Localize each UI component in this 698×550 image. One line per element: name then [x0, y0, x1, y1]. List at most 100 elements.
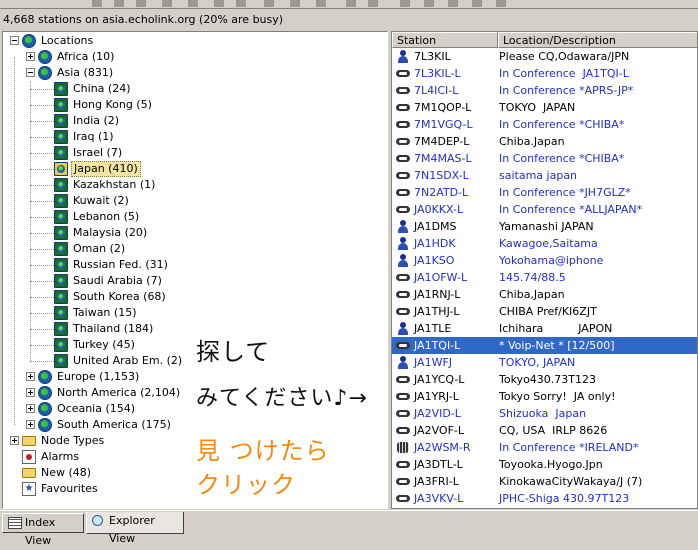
station-row[interactable]: 7L3KIL Please CQ,Odawara/JPN: [392, 48, 697, 65]
station-row[interactable]: 7M1VGQ-L In Conference *CHIBA*: [392, 116, 697, 133]
globe-icon: [54, 114, 68, 128]
station-description: Ichihara JAPON: [499, 322, 613, 335]
tree-item[interactable]: Israel (7): [3, 145, 387, 161]
station-row[interactable]: JA3VKV-L JPHC-Shiga 430.97T123: [392, 490, 697, 507]
station-row[interactable]: JA2VOF-L CQ, USA IRLP 8626: [392, 422, 697, 439]
station-row[interactable]: JA2VID-L Shizuoka Japan: [392, 405, 697, 422]
expand-icon[interactable]: [26, 420, 35, 429]
tree-item[interactable]: Saudi Arabia (7): [3, 273, 387, 289]
station-row[interactable]: JA1TQI-L * Voip-Net * [12/500]: [392, 337, 697, 354]
tree-item[interactable]: Africa (10): [3, 49, 387, 65]
column-header-station[interactable]: Station: [392, 32, 498, 48]
tree-item[interactable]: Locations: [3, 33, 387, 49]
column-header-location[interactable]: Location/Description: [498, 32, 697, 48]
tree-item[interactable]: Kuwait (2): [3, 193, 387, 209]
tree-item[interactable]: India (2): [3, 113, 387, 129]
station-callsign: 7M1QOP-L: [414, 101, 472, 114]
station-row[interactable]: JA1HDK Kawagoe,Saitama: [392, 235, 697, 252]
toolbar-button[interactable]: [366, 0, 380, 8]
tree-item[interactable]: Oman (2): [3, 241, 387, 257]
station-description: CHIBA Pref/KI6ZJT: [499, 305, 597, 318]
station-description: Tokyo Sorry! JA only!: [499, 390, 616, 403]
tree-item[interactable]: Russian Fed. (31): [3, 257, 387, 273]
station-row[interactable]: 7M4MAS-L In Conference *CHIBA*: [392, 150, 697, 167]
station-row[interactable]: 7L3KIL-L In Conference JA1TQI-L: [392, 65, 697, 82]
toolbar-button[interactable]: [134, 0, 148, 8]
toolbar-button[interactable]: [494, 0, 508, 8]
tree-item[interactable]: Lebanon (5): [3, 209, 387, 225]
toolbar-button[interactable]: [90, 0, 104, 8]
station-description: JPHC-Shiga 430.97T123: [499, 492, 630, 505]
station-row[interactable]: 7M4DEP-L Chiba.Japan: [392, 133, 697, 150]
station-row[interactable]: JA2WSM-R In Conference *IRELAND*: [392, 439, 697, 456]
station-row[interactable]: JA1YCQ-L Tokyo430.73T123: [392, 371, 697, 388]
station-row[interactable]: JA3FRI-L KinokawaCityWakaya/J (7): [392, 473, 697, 490]
toolbar-button[interactable]: [262, 0, 276, 8]
station-row[interactable]: JA1KSO Yokohama@iphone: [392, 252, 697, 269]
expand-icon[interactable]: [26, 404, 35, 413]
tree-item-label: United Arab Em. (2): [73, 354, 183, 367]
station-callsign: 7N2ATD-L: [414, 186, 469, 199]
station-description: Kawagoe,Saitama: [499, 237, 598, 250]
station-row[interactable]: JA1THJ-L CHIBA Pref/KI6ZJT: [392, 303, 697, 320]
expand-icon[interactable]: [26, 52, 35, 61]
expand-icon[interactable]: [26, 388, 35, 397]
toolbar-button[interactable]: [160, 0, 174, 8]
tree-item[interactable]: Japan (410): [3, 161, 387, 177]
station-callsign: JA1TLE: [414, 322, 452, 335]
station-row[interactable]: 7N2ATD-L In Conference *JH7GLZ*: [392, 184, 697, 201]
toolbar-button[interactable]: [212, 0, 226, 8]
expand-icon[interactable]: [10, 436, 19, 445]
globe-icon: [38, 66, 52, 80]
tree-item[interactable]: Taiwan (15): [3, 305, 387, 321]
station-row[interactable]: JA1YRJ-L Tokyo Sorry! JA only!: [392, 388, 697, 405]
collapse-icon[interactable]: [26, 68, 35, 77]
station-description: KinokawaCityWakaya/J (7): [499, 475, 643, 488]
tree-item[interactable]: ★ Favourites: [3, 481, 387, 497]
station-description: TOKYO, JAPAN: [499, 356, 576, 369]
tree-item-label: Locations: [41, 34, 94, 47]
station-callsign: JA1DMS: [414, 220, 457, 233]
tab-index-view[interactable]: Index View: [2, 513, 84, 547]
toolbar-button[interactable]: [234, 0, 248, 8]
tree-item-label: Africa (10): [57, 50, 115, 63]
toolbar-button[interactable]: [398, 0, 412, 8]
toolbar-button[interactable]: [314, 0, 328, 8]
tree-item[interactable]: New (48): [3, 465, 387, 481]
toolbar-button[interactable]: [446, 0, 460, 8]
toolbar-button[interactable]: [186, 0, 200, 8]
toolbar-button[interactable]: [470, 0, 484, 8]
tree-item[interactable]: South Korea (68): [3, 289, 387, 305]
toolbar-button[interactable]: [422, 0, 436, 8]
tree-item[interactable]: Kazakhstan (1): [3, 177, 387, 193]
toolbar-button[interactable]: [288, 0, 302, 8]
tree-item[interactable]: Turkey (45): [3, 337, 387, 353]
station-row[interactable]: JA0KKX-L In Conference *ALLJAPAN*: [392, 201, 697, 218]
collapse-icon[interactable]: [10, 36, 19, 45]
station-row[interactable]: JA1WFJ TOKYO, JAPAN: [392, 354, 697, 371]
tree-item[interactable]: Thailand (184): [3, 321, 387, 337]
tree-item-label: Asia (831): [57, 66, 114, 79]
station-row[interactable]: 7N1SDX-L saitama japan: [392, 167, 697, 184]
toolbar-button[interactable]: [344, 0, 358, 8]
station-row[interactable]: 7M1QOP-L TOKYO JAPAN: [392, 99, 697, 116]
expand-icon[interactable]: [26, 372, 35, 381]
tree-item[interactable]: Asia (831): [3, 65, 387, 81]
station-row[interactable]: JA1OFW-L 145.74/88.5: [392, 269, 697, 286]
station-row[interactable]: 7L4ICI-L In Conference *APRS-JP*: [392, 82, 697, 99]
tree-item[interactable]: China (24): [3, 81, 387, 97]
station-row[interactable]: JA3DTL-L Toyooka.Hyogo.Jpn: [392, 456, 697, 473]
tree-item[interactable]: Hong Kong (5): [3, 97, 387, 113]
tree-item[interactable]: Iraq (1): [3, 129, 387, 145]
station-list[interactable]: Station Location/Description 7L3KIL Pleas…: [391, 31, 698, 509]
station-row[interactable]: JA1RNJ-L Chiba,Japan: [392, 286, 697, 303]
annotation-line-1: 探して: [196, 338, 271, 366]
station-row[interactable]: JA1DMS Yamanashi JAPAN: [392, 218, 697, 235]
station-callsign: JA0KKX-L: [414, 203, 464, 216]
tree-item[interactable]: United Arab Em. (2): [3, 353, 387, 369]
tree-item[interactable]: Malaysia (20): [3, 225, 387, 241]
location-tree[interactable]: Locations Africa (10) Asia (831) China (24)…: [2, 31, 388, 509]
toolbar-button[interactable]: [112, 0, 126, 8]
tab-explorer-view[interactable]: Explorer View: [86, 512, 184, 545]
station-row[interactable]: JA1TLE Ichihara JAPON: [392, 320, 697, 337]
